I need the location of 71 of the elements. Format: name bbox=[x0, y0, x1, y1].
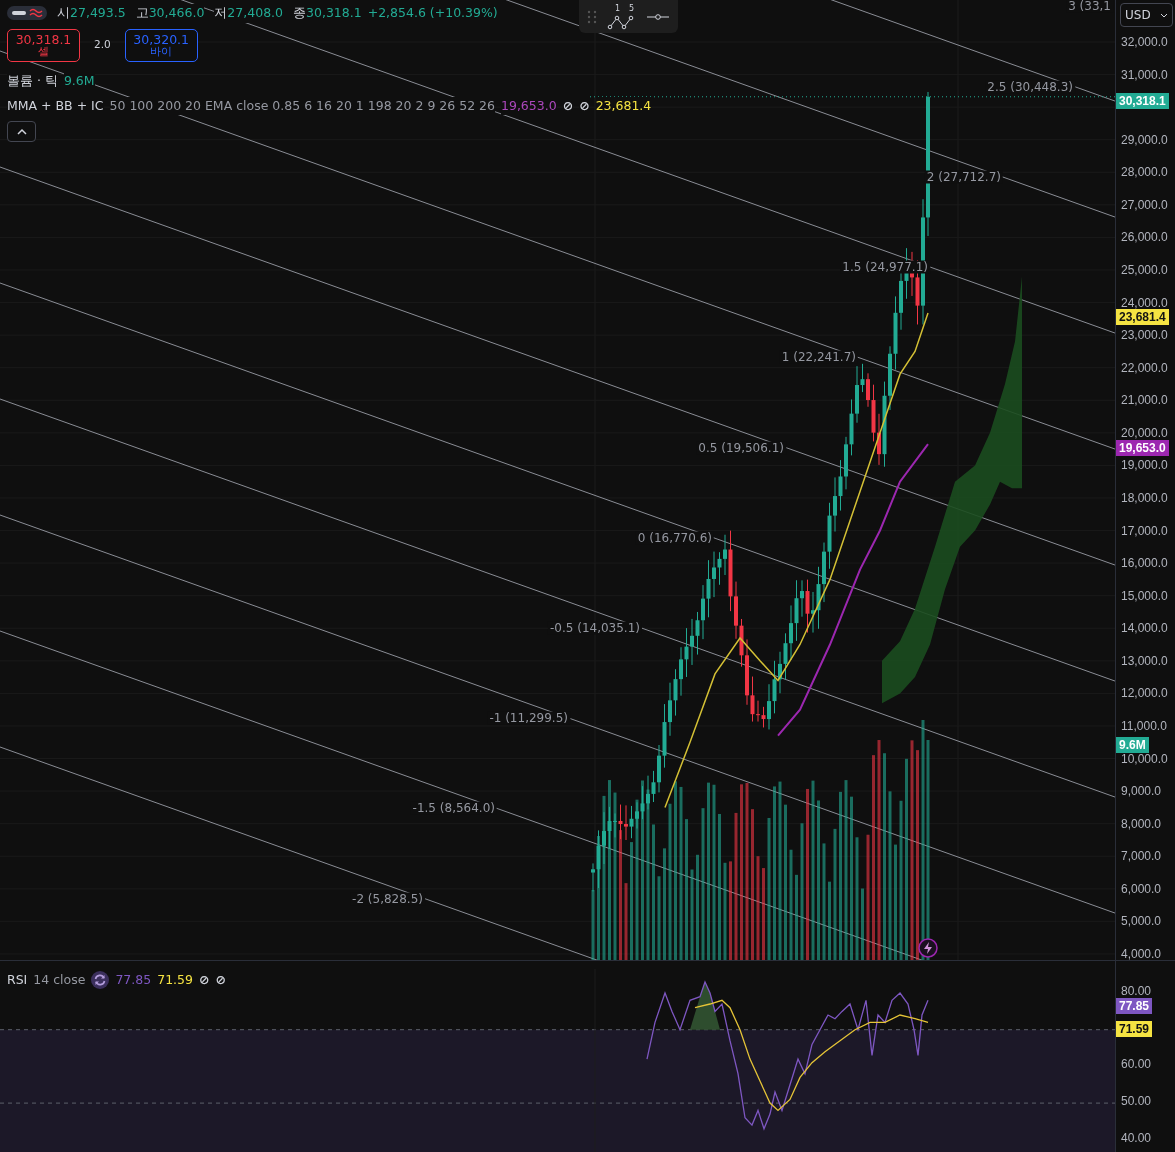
ohlc-value: 저 27,408.0 bbox=[214, 4, 283, 23]
axis-tick-label: 12,000.0 bbox=[1121, 686, 1168, 700]
axis-tick-label: 6,000.0 bbox=[1121, 882, 1162, 896]
indicator-value: 77.85 bbox=[115, 971, 152, 989]
axis-tick-label: 19,000.0 bbox=[1121, 458, 1168, 472]
horizontal-line-icon bbox=[647, 11, 669, 22]
axis-tick-label: 25,000.0 bbox=[1121, 263, 1168, 277]
buy-button[interactable]: 30,320.1 바이 bbox=[124, 28, 198, 62]
axis-tick-label: 26,000.0 bbox=[1121, 230, 1168, 244]
axis-tick-label: 18,000.0 bbox=[1121, 491, 1168, 505]
axis-tick-label: 29,000.0 bbox=[1121, 133, 1168, 147]
fib-level-label: 0 (16,770.6) bbox=[635, 531, 714, 545]
axis-tick-label: 21,000.0 bbox=[1121, 393, 1168, 407]
indicator-params: 50 100 200 20 EMA close 0.85 6 16 20 1 198 20 2 9 26 52 26 bbox=[109, 96, 495, 116]
axis-tick-label: 5,000.0 bbox=[1121, 914, 1162, 928]
overbought-fill bbox=[690, 982, 720, 1030]
axis-tick-label: 20,000.0 bbox=[1121, 426, 1168, 440]
price-tag: 9.6M bbox=[1116, 737, 1149, 753]
axis-tick-label: 32,000.0 bbox=[1121, 35, 1168, 49]
caret-icon bbox=[1160, 12, 1168, 18]
axis-tick-label: 16,000.0 bbox=[1121, 556, 1168, 570]
fib-level-label: 2 (27,712.7) bbox=[924, 170, 1003, 184]
fib-level-label: -2 (5,828.5) bbox=[350, 892, 425, 906]
axis-tick-label: 24,000.0 bbox=[1121, 296, 1168, 310]
collapse-button[interactable] bbox=[7, 121, 36, 143]
hidden-value-icon: ⊘ bbox=[199, 971, 210, 990]
currency-dropdown[interactable]: USD bbox=[1120, 3, 1173, 27]
axis-tick-label: 8,000.0 bbox=[1121, 817, 1162, 831]
axis-tick-label: 50.00 bbox=[1121, 1094, 1152, 1108]
axis-tick-label: 23,000.0 bbox=[1121, 328, 1168, 342]
axis-tick-label: 14,000.0 bbox=[1121, 621, 1168, 635]
wave-icon bbox=[29, 8, 43, 19]
axis-tick-label: 22,000.0 bbox=[1121, 361, 1168, 375]
axis-tick-label: 60.00 bbox=[1121, 1057, 1152, 1071]
axis-tick-label: 17,000.0 bbox=[1121, 524, 1168, 538]
axis-tick-label: 13,000.0 bbox=[1121, 654, 1168, 668]
fib-level-label: 0.5 (19,506.1) bbox=[696, 441, 786, 455]
axis-tick-label: 27,000.0 bbox=[1121, 198, 1168, 212]
axis-tick-label: 15,000.0 bbox=[1121, 589, 1168, 603]
drag-handle-icon bbox=[587, 9, 597, 24]
axis-tick-label: 40.00 bbox=[1121, 1131, 1152, 1145]
price-tag: 30,318.1 bbox=[1116, 92, 1169, 109]
fib-level-label: 2.5 (30,448.3) bbox=[985, 80, 1075, 94]
refresh-icon bbox=[91, 971, 110, 990]
elliott-wave-tool[interactable]: 1 5 bbox=[607, 3, 637, 30]
indicator-tag: 71.59 bbox=[1116, 1020, 1153, 1037]
chevron-up-icon bbox=[16, 128, 27, 136]
axis-tick-label: 31,000.0 bbox=[1121, 68, 1168, 82]
axis-tick-label: 28,000.0 bbox=[1121, 165, 1168, 179]
axis-tick-label: 80.00 bbox=[1121, 984, 1152, 998]
indicator-tag: 77.85 bbox=[1116, 997, 1153, 1014]
hidden-value-icon: ⊘ bbox=[215, 971, 226, 990]
indicator-value: 71.59 bbox=[157, 971, 193, 989]
axis-tick-label: 4,000.0 bbox=[1121, 947, 1162, 961]
horizontal-line-tool[interactable] bbox=[647, 11, 669, 22]
indicator-name: RSI bbox=[7, 971, 28, 989]
price-tag: 19,653.0 bbox=[1116, 440, 1169, 457]
axis-tick-label: 9,000.0 bbox=[1121, 784, 1162, 798]
fib-level-label: 3 (33,1 bbox=[1066, 0, 1113, 13]
lightning-icon bbox=[918, 938, 938, 958]
fib-level-label: -1 (11,299.5) bbox=[487, 712, 570, 725]
fib-level-label: 1.5 (24,977.1) bbox=[840, 260, 930, 274]
axis-tick-label: 7,000.0 bbox=[1121, 849, 1162, 863]
price-tag: 23,681.4 bbox=[1116, 308, 1169, 325]
sell-button[interactable]: 30,318.1 셀 bbox=[7, 28, 80, 62]
fib-level-label: -1.5 (8,564.0) bbox=[410, 801, 497, 815]
axis-tick-label: 11,000.0 bbox=[1121, 719, 1167, 733]
indicator-params: 14 close bbox=[33, 971, 86, 989]
axis-tick-label: 10,000.0 bbox=[1121, 752, 1168, 766]
fib-level-label: -0.5 (14,035.1) bbox=[547, 621, 642, 635]
symbol-toggle[interactable] bbox=[7, 6, 47, 21]
